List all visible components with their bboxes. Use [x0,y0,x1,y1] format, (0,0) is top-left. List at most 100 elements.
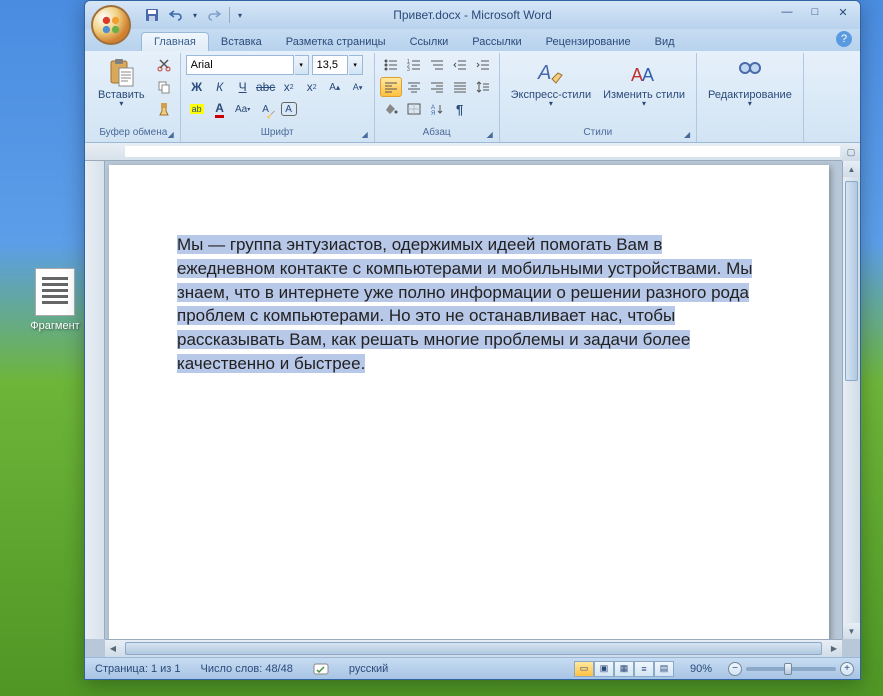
zoom-out-button[interactable]: − [728,662,742,676]
minimize-button[interactable]: — [774,3,800,21]
styles-launcher[interactable]: ◢ [681,129,693,141]
show-marks-button[interactable]: ¶ [449,99,471,119]
tab-page-layout[interactable]: Разметка страницы [274,33,398,51]
maximize-button[interactable]: □ [802,3,828,21]
bullets-button[interactable] [380,55,402,75]
desktop-shortcut[interactable]: Фрагмент [25,268,85,332]
scroll-down-button[interactable]: ▼ [843,623,860,639]
highlight-button[interactable]: ab [186,99,208,119]
scroll-right-button[interactable]: ▶ [826,640,842,657]
view-draft[interactable]: ▤ [654,661,674,677]
cut-button[interactable] [153,55,175,75]
line-spacing-button[interactable] [472,77,494,97]
close-button[interactable]: ✕ [830,3,856,21]
svg-text:Я: Я [431,111,435,115]
ribbon: Вставить ▾ Буфер обмена◢ ▾ [85,51,860,143]
help-button[interactable]: ? [836,31,852,47]
zoom-thumb[interactable] [784,663,792,675]
tab-insert[interactable]: Вставка [209,33,274,51]
view-web-layout[interactable]: ▦ [614,661,634,677]
status-word-count[interactable]: Число слов: 48/48 [197,663,297,675]
page-viewport[interactable]: Мы — группа энтузиастов, одержимых идеей… [105,161,842,639]
align-center-icon [407,81,421,93]
tab-review[interactable]: Рецензирование [534,33,643,51]
font-name-input[interactable] [186,55,294,75]
multilevel-icon [430,59,444,71]
align-justify-button[interactable] [449,77,471,97]
paragraph-launcher[interactable]: ◢ [484,129,496,141]
status-spellcheck[interactable] [309,662,333,676]
font-name-dropdown[interactable]: ▾ [295,55,309,75]
status-page[interactable]: Страница: 1 из 1 [91,663,185,675]
font-size-input[interactable] [312,55,348,75]
office-button[interactable] [91,5,131,45]
qat-undo-button[interactable] [165,5,187,25]
status-bar: Страница: 1 из 1 Число слов: 48/48 русск… [85,657,860,679]
format-painter-button[interactable] [153,99,175,119]
brush-icon [157,102,171,116]
shading-button[interactable] [380,99,402,119]
font-size-dropdown[interactable]: ▾ [349,55,363,75]
view-print-layout[interactable]: ▭ [574,661,594,677]
view-full-screen[interactable]: ▣ [594,661,614,677]
copy-button[interactable] [153,77,175,97]
group-font: ▾ ▾ Ж К Ч abc x2 x2 A▴ A▾ [181,53,375,142]
scroll-left-button[interactable]: ◀ [105,640,121,657]
align-right-button[interactable] [426,77,448,97]
document-body[interactable]: Мы — группа энтузиастов, одержимых идеей… [177,233,761,376]
horizontal-ruler[interactable] [85,143,860,161]
font-color-button[interactable]: A [209,99,231,119]
quick-styles-button[interactable]: A Экспресс-стили ▾ [505,55,597,110]
scroll-up-button[interactable]: ▲ [843,161,860,177]
vertical-ruler[interactable] [85,161,105,639]
superscript-button[interactable]: x2 [301,77,323,97]
change-styles-button[interactable]: AA Изменить стили ▾ [597,55,691,110]
align-left-button[interactable] [380,77,402,97]
paste-button[interactable]: Вставить ▾ [92,55,151,126]
editing-button[interactable]: Редактирование ▾ [702,55,798,110]
horizontal-scrollbar[interactable]: ◀ ▶ [105,639,842,657]
strike-button[interactable]: abc [255,77,277,97]
font-launcher[interactable]: ◢ [359,129,371,141]
zoom-track[interactable] [746,667,836,671]
grow-font-button[interactable]: A▴ [324,77,346,97]
indent-inc-button[interactable] [472,55,494,75]
status-zoom-level[interactable]: 90% [686,663,716,675]
underline-button[interactable]: Ч [232,77,254,97]
tab-home[interactable]: Главная [141,32,209,51]
zoom-in-button[interactable]: + [840,662,854,676]
multilevel-button[interactable] [426,55,448,75]
align-center-button[interactable] [403,77,425,97]
status-language[interactable]: русский [345,663,392,675]
scroll-thumb-h[interactable] [125,642,822,655]
qat-undo-dropdown[interactable]: ▾ [189,5,201,25]
tab-references[interactable]: Ссылки [398,33,461,51]
sort-button[interactable]: AЯ [426,99,448,119]
clipboard-launcher[interactable]: ◢ [165,129,177,141]
char-border-button[interactable]: A [281,102,297,116]
qat-redo-button[interactable] [203,5,225,25]
ruler-toggle-button[interactable]: ▢ [842,143,860,161]
document-page[interactable]: Мы — группа энтузиастов, одержимых идеей… [109,165,829,639]
clear-format-button[interactable]: A🧹 [255,99,277,119]
tab-mailings[interactable]: Рассылки [460,33,533,51]
indent-dec-button[interactable] [449,55,471,75]
copy-icon [157,80,171,94]
bold-button[interactable]: Ж [186,77,208,97]
qat-save-button[interactable] [141,5,163,25]
shrink-font-button[interactable]: A▾ [347,77,369,97]
numbering-button[interactable]: 123 [403,55,425,75]
border-button[interactable] [403,99,425,119]
italic-button[interactable]: К [209,77,231,97]
zoom-slider: − + [728,662,854,676]
change-case-button[interactable]: Aa▾ [232,99,254,119]
subscript-button[interactable]: x2 [278,77,300,97]
tab-view[interactable]: Вид [643,33,687,51]
vertical-scrollbar[interactable]: ▲ ▼ [842,161,860,639]
view-outline[interactable]: ≡ [634,661,654,677]
group-styles-label: Стили [583,127,612,138]
titlebar[interactable]: ▾ ▾ Привет.docx - Microsoft Word — □ ✕ [85,1,860,29]
scroll-thumb-v[interactable] [845,181,858,381]
qat-customize-dropdown[interactable]: ▾ [234,5,246,25]
spellcheck-icon [313,662,329,676]
